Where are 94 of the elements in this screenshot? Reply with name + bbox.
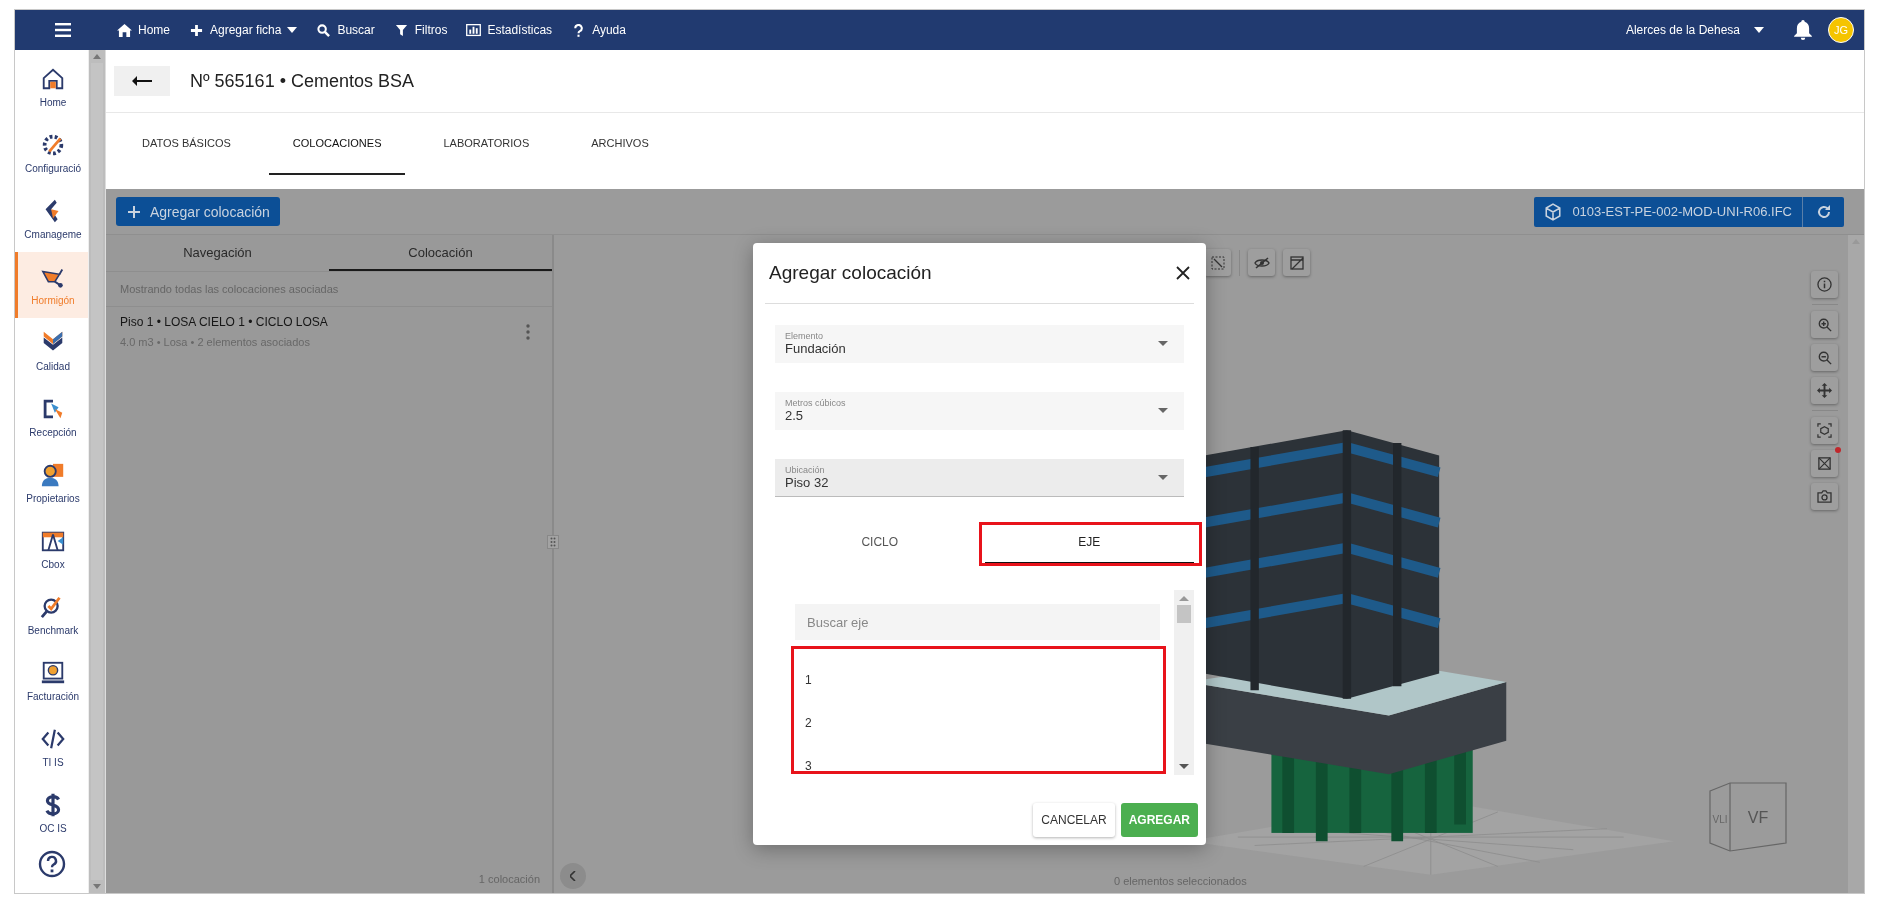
sidebar-item[interactable]: Benchmark: [15, 582, 88, 648]
nav-link[interactable]: Home: [117, 23, 170, 37]
model-file-button[interactable]: 0103-EST-PE-002-MOD-UNI-R06.IFC: [1534, 196, 1802, 227]
sidebar-item[interactable]: Cbox: [15, 516, 88, 582]
section-button[interactable]: [1811, 450, 1838, 477]
house-icon: [40, 66, 66, 92]
scroll-up-icon[interactable]: [1179, 596, 1189, 601]
back-arrow-icon: [132, 76, 152, 86]
sidebar-item[interactable]: Home: [15, 54, 88, 120]
nav-link[interactable]: Ayuda: [571, 23, 626, 37]
sidebar-item[interactable]: Calidad: [15, 318, 88, 384]
menu-icon[interactable]: [55, 23, 71, 37]
caret-icon: [1754, 27, 1764, 33]
notifications-icon[interactable]: [1794, 20, 1812, 40]
notification-dot: [1835, 447, 1841, 453]
filter-icon: [393, 23, 409, 37]
search-field[interactable]: Buscar eje: [795, 604, 1160, 640]
scrollbar[interactable]: [1848, 235, 1864, 893]
select-area-icon: [1210, 255, 1225, 270]
cube-icon: [1544, 202, 1563, 221]
add-placement-button[interactable]: Agregar colocación: [116, 197, 280, 226]
dropdown-caret-icon: [1158, 408, 1168, 413]
back-button[interactable]: [114, 66, 170, 96]
crossed-box-icon: [1817, 456, 1832, 471]
focus-button[interactable]: [1811, 417, 1838, 444]
sidebar-item[interactable]: Cmanageme: [15, 186, 88, 252]
scroll-down-icon[interactable]: [1179, 764, 1189, 769]
plus-icon: [189, 23, 204, 37]
dropdown-caret-icon: [1158, 475, 1168, 480]
info-button[interactable]: [1811, 271, 1838, 298]
axis-option[interactable]: 1: [805, 658, 1166, 701]
tab[interactable]: COLOCACIONES: [268, 113, 406, 175]
camera-icon: [1817, 490, 1832, 503]
gear-icon: [40, 132, 66, 158]
scroll-up-icon[interactable]: [93, 54, 101, 59]
bar-chart-icon: [466, 23, 482, 37]
page-title: Nº 565161 • Cementos BSA: [190, 70, 414, 92]
crossed-box-icon: [1289, 255, 1304, 270]
sidebar-item[interactable]: Facturación: [15, 648, 88, 714]
sidebar-item[interactable]: Configuració: [15, 120, 88, 186]
sidebar-item[interactable]: Propietarios: [15, 450, 88, 516]
select-field[interactable]: Ubicación Piso 32: [775, 459, 1184, 497]
select-field[interactable]: Metros cúbicos 2.5: [775, 392, 1184, 430]
refresh-icon: [1815, 203, 1832, 220]
chevron-left-icon: [570, 871, 576, 881]
eye-slash-icon: [1253, 256, 1270, 269]
zoom-out-button[interactable]: [1811, 344, 1838, 371]
nav-link[interactable]: Estadísticas: [466, 23, 553, 37]
scrollbar[interactable]: [1174, 590, 1194, 775]
scroll-thumb[interactable]: [1177, 605, 1191, 623]
tab[interactable]: LABORATORIOS: [419, 113, 554, 175]
sidebar-item[interactable]: OC IS: [15, 780, 88, 846]
home-icon: [117, 23, 132, 37]
dialog-tab[interactable]: CICLO: [775, 522, 985, 564]
isolate-button[interactable]: [1283, 249, 1310, 276]
dialog-title: Agregar colocación: [769, 262, 932, 284]
zoom-in-icon: [1817, 317, 1832, 332]
placement-title[interactable]: Piso 1 • LOSA CIELO 1 • CICLO LOSA: [120, 315, 526, 329]
pan-button[interactable]: [1811, 377, 1838, 404]
zoom-out-icon: [1817, 350, 1832, 365]
refresh-button[interactable]: [1802, 196, 1844, 227]
collapse-button[interactable]: [560, 863, 586, 889]
resize-handle[interactable]: [547, 535, 559, 549]
dropdown-caret-icon: [1158, 341, 1168, 346]
help-icon[interactable]: [37, 850, 66, 878]
caret-icon: [287, 27, 298, 33]
move-icon: [1817, 383, 1832, 398]
tab[interactable]: ARCHIVOS: [567, 113, 673, 175]
scrollbar[interactable]: [88, 50, 105, 893]
nav-link[interactable]: Agregar ficha: [189, 23, 298, 37]
cancel-button[interactable]: CANCELAR: [1033, 803, 1115, 837]
more-icon[interactable]: [526, 323, 530, 340]
nav-link[interactable]: Filtros: [393, 23, 448, 37]
plus-icon: [128, 205, 140, 218]
search-icon: [316, 23, 332, 37]
axis-option[interactable]: 3: [805, 744, 1166, 774]
select-area-button[interactable]: [1204, 249, 1231, 276]
hide-button[interactable]: [1248, 249, 1275, 276]
select-field[interactable]: Elemento Fundación: [775, 325, 1184, 363]
zoom-in-button[interactable]: [1811, 311, 1838, 338]
tab[interactable]: DATOS BÁSICOS: [118, 113, 255, 175]
cube-focus-icon: [1817, 423, 1832, 438]
info-icon: [1817, 277, 1832, 292]
close-icon[interactable]: [1176, 266, 1190, 280]
invoice-icon: [40, 660, 66, 686]
screenshot-button[interactable]: [1811, 483, 1838, 510]
nav-link[interactable]: Buscar: [316, 23, 375, 37]
axis-option[interactable]: 2: [805, 701, 1166, 744]
sidebar-item[interactable]: Recepción: [15, 384, 88, 450]
project-selector[interactable]: Alerces de la Dehesa: [1625, 23, 1764, 37]
person-icon: [40, 462, 66, 488]
dialog-tab[interactable]: EJE: [984, 522, 1194, 564]
panel-tab[interactable]: Navegación: [106, 235, 329, 271]
sidebar-item[interactable]: TI IS: [15, 714, 88, 780]
